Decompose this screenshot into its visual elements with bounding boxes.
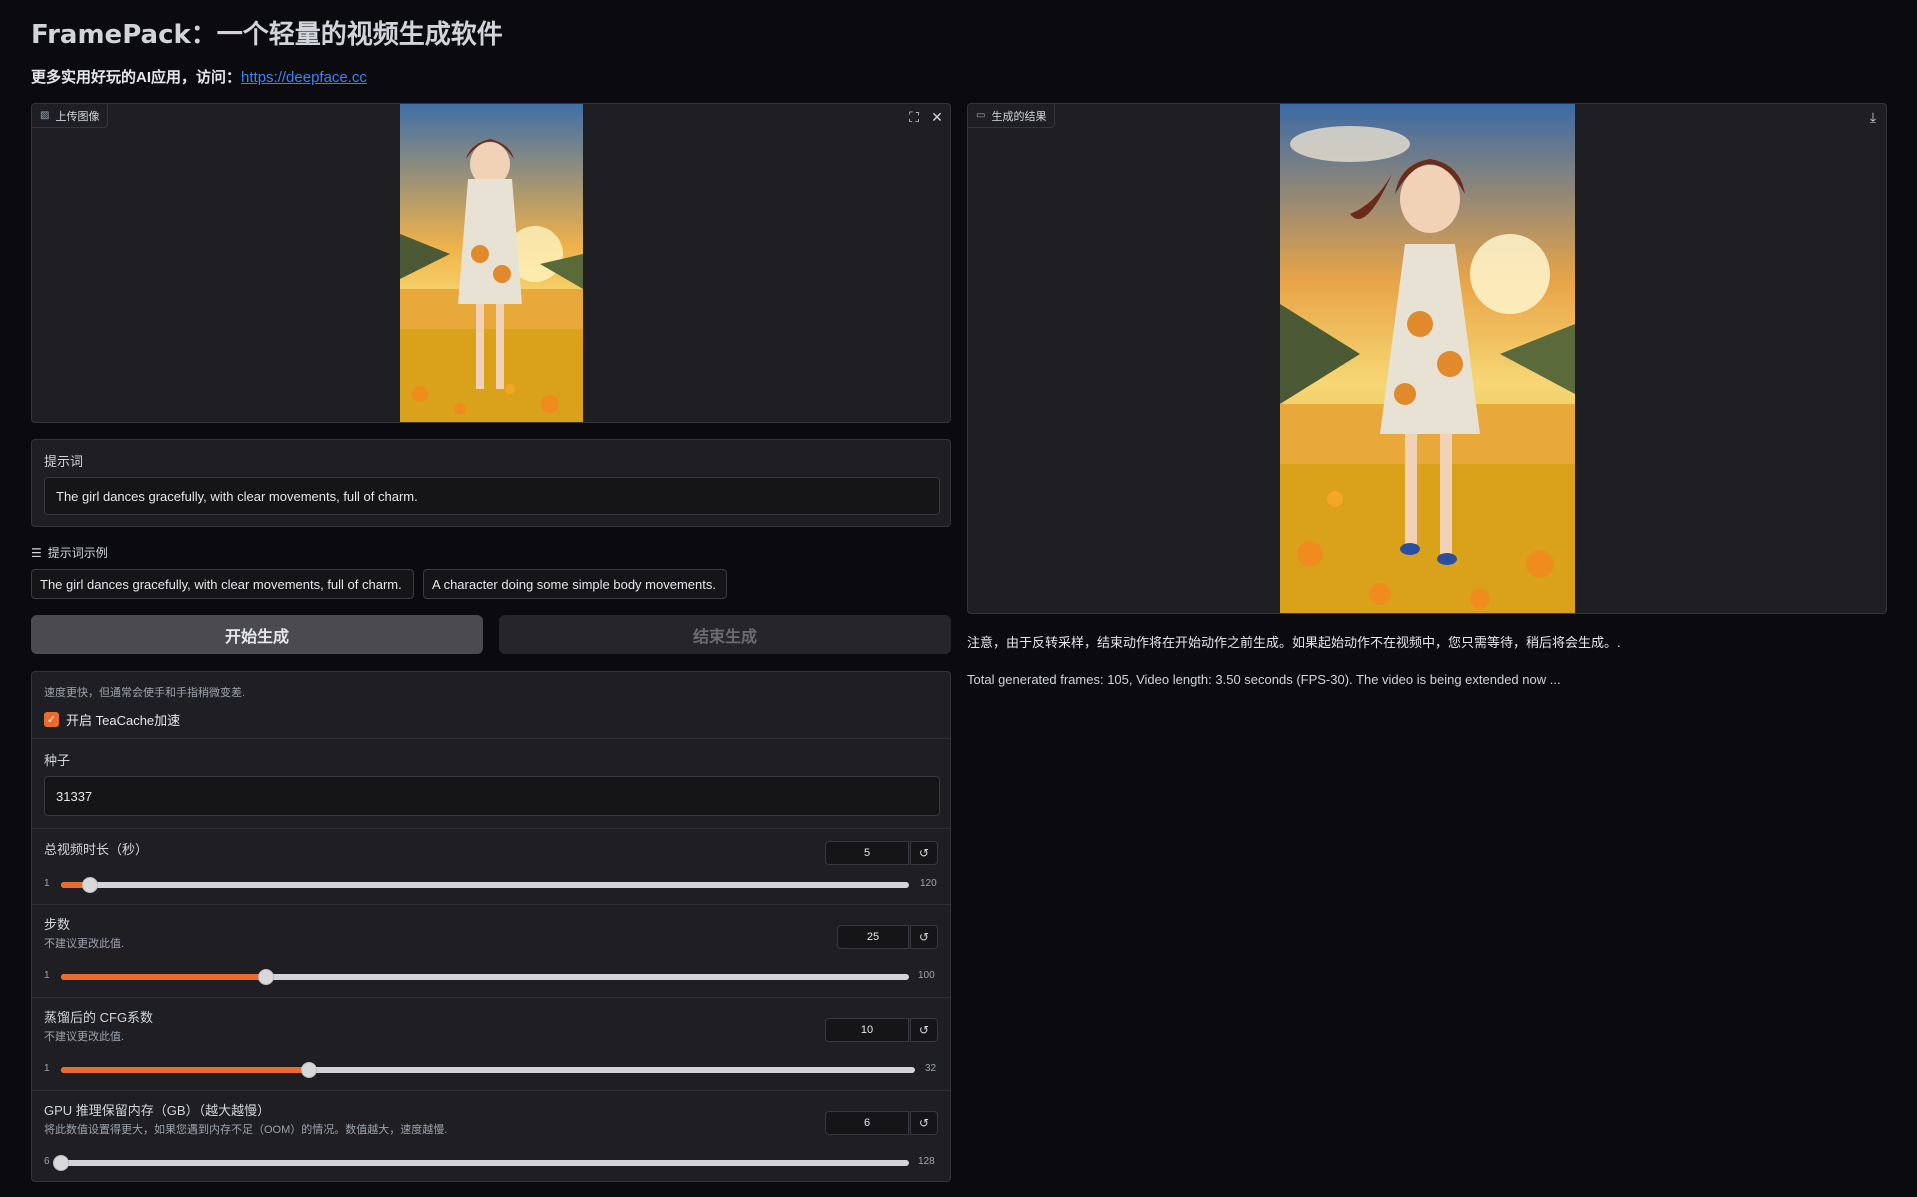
steps-slider-thumb[interactable]: [258, 969, 275, 985]
gpu-number-input[interactable]: 6: [825, 1111, 909, 1135]
cfg-slider-thumb[interactable]: [300, 1062, 317, 1078]
reset-icon[interactable]: ↺: [910, 841, 938, 865]
cfg-slider[interactable]: [61, 1062, 915, 1078]
duration-label: 总视频时长（秒）: [44, 842, 149, 857]
close-icon[interactable]: ✕: [927, 107, 947, 127]
gpu-hint: 将此数值设置得更大，如果您遇到内存不足（OOM）的情况。数值越大，速度越慢.: [44, 1124, 448, 1136]
progress-status: Total generated frames: 105, Video lengt…: [967, 672, 1561, 687]
steps-slider[interactable]: [61, 969, 909, 985]
steps-hint: 不建议更改此值.: [44, 938, 125, 950]
teacache-hint: 速度更快，但通常会使手和手指稍微变差.: [44, 687, 246, 699]
prompt-input[interactable]: The girl dances gracefully, with clear m…: [44, 477, 940, 515]
gpu-label: GPU 推理保留内存（GB）（越大越慢）: [44, 1103, 271, 1118]
reverse-sampling-note: 注意，由于反转采样，结束动作将在开始动作之前生成。如果起始动作不在视频中，您只需…: [967, 635, 1621, 650]
subtitle: 更多实用好玩的AI应用，访问：https://deepface.cc: [31, 66, 367, 87]
teacache-section: 速度更快，但通常会使手和手指稍微变差. ✓ 开启 TeaCache加速: [32, 672, 950, 739]
start-generate-button[interactable]: 开始生成: [31, 615, 483, 654]
cfg-number-input[interactable]: 10: [825, 1018, 909, 1042]
reset-icon[interactable]: ↺: [910, 925, 938, 949]
uploaded-image: [400, 104, 583, 422]
teacache-toggle[interactable]: ✓ 开启 TeaCache加速: [44, 710, 180, 729]
gpu-max: 128: [918, 1156, 935, 1167]
duration-number-input[interactable]: 5: [825, 841, 909, 865]
steps-min: 1: [44, 970, 50, 981]
image-icon: ▨: [40, 110, 50, 121]
steps-slider-fill: [61, 974, 267, 980]
download-icon[interactable]: ⤓: [1863, 107, 1883, 127]
examples-label-text: 提示词示例: [47, 546, 108, 560]
checkbox-icon[interactable]: ✓: [44, 712, 59, 727]
seed-input[interactable]: 31337: [44, 776, 940, 816]
result-label-text: 生成的结果: [991, 110, 1047, 123]
gpu-slider-thumb[interactable]: [53, 1155, 69, 1171]
upload-image-panel[interactable]: ▨ 上传图像 ⛶ ✕: [31, 103, 951, 423]
cfg-slider-fill: [61, 1067, 309, 1073]
cfg-max: 32: [925, 1063, 937, 1074]
list-icon: ☰: [31, 545, 42, 560]
duration-slider[interactable]: [61, 877, 909, 893]
fullscreen-icon[interactable]: ⛶: [904, 107, 924, 127]
settings-panel: 速度更快，但通常会使手和手指稍微变差. ✓ 开启 TeaCache加速 种子 3…: [31, 671, 951, 1182]
steps-section: 步数 不建议更改此值. 25 ↺ 1 100: [32, 905, 950, 998]
gpu-slider[interactable]: [53, 1155, 909, 1171]
cfg-label: 蒸馏后的 CFG系数: [44, 1010, 154, 1025]
reset-icon[interactable]: ↺: [910, 1111, 938, 1135]
deepface-link[interactable]: https://deepface.cc: [241, 69, 367, 86]
result-video-panel[interactable]: ▭ 生成的结果 ⤓: [967, 103, 1887, 614]
duration-section: 总视频时长（秒） 5 ↺ 1 120: [32, 829, 950, 905]
examples-label: ☰ 提示词示例: [31, 544, 108, 561]
subtitle-text: 更多实用好玩的AI应用，访问：: [31, 69, 242, 86]
page-title: FramePack：一个轻量的视频生成软件: [31, 20, 503, 50]
cfg-hint: 不建议更改此值.: [44, 1031, 125, 1043]
upload-image-label: ▨ 上传图像: [32, 104, 109, 128]
duration-slider-thumb[interactable]: [81, 877, 98, 893]
end-generate-button[interactable]: 结束生成: [499, 615, 951, 654]
cfg-min: 1: [44, 1063, 50, 1074]
seed-label: 种子: [44, 753, 71, 768]
steps-label: 步数: [44, 917, 71, 932]
example-chip-2[interactable]: A character doing some simple body movem…: [423, 569, 727, 599]
gpu-section: GPU 推理保留内存（GB）（越大越慢） 将此数值设置得更大，如果您遇到内存不足…: [32, 1091, 950, 1183]
prompt-panel: 提示词 The girl dances gracefully, with cle…: [31, 439, 951, 527]
seed-section: 种子 31337: [32, 739, 950, 829]
reset-icon[interactable]: ↺: [910, 1018, 938, 1042]
example-chip-1[interactable]: The girl dances gracefully, with clear m…: [31, 569, 414, 599]
duration-max: 120: [920, 878, 937, 889]
teacache-label: 开启 TeaCache加速: [66, 713, 181, 728]
upload-image-label-text: 上传图像: [55, 110, 100, 123]
gpu-min: 6: [44, 1156, 50, 1167]
steps-number-input[interactable]: 25: [837, 925, 909, 949]
result-video-frame: [1280, 104, 1575, 613]
prompt-label: 提示词: [44, 454, 84, 469]
video-icon: ▭: [976, 110, 986, 121]
steps-max: 100: [918, 970, 935, 981]
duration-min: 1: [44, 878, 50, 889]
result-label: ▭ 生成的结果: [968, 104, 1056, 128]
cfg-section: 蒸馏后的 CFG系数 不建议更改此值. 10 ↺ 1 32: [32, 998, 950, 1091]
